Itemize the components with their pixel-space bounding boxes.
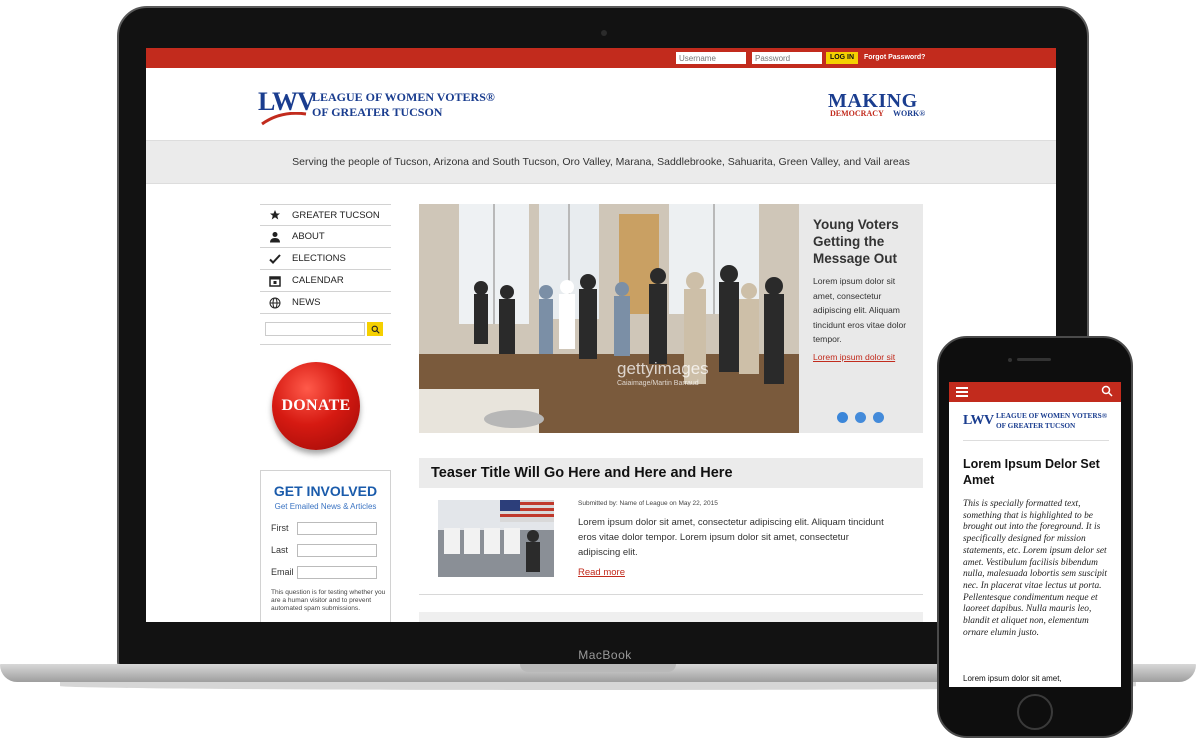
- first-name-label: First: [271, 523, 289, 533]
- sidebar-search-input[interactable]: [265, 322, 365, 336]
- star-icon: [264, 209, 286, 221]
- hamburger-menu-icon[interactable]: [956, 387, 968, 397]
- mobile-topbar: [949, 382, 1121, 402]
- teaser-body: Lorem ipsum dolor sit amet, consectetur …: [578, 517, 884, 558]
- mobile-logo-line2[interactable]: OF GREATER TUCSON: [996, 421, 1075, 430]
- nav-item-label: GREATER TUCSON: [292, 209, 380, 221]
- read-more-link[interactable]: Read more: [578, 567, 625, 578]
- phone-speaker: [1017, 358, 1051, 361]
- logo-text-line2[interactable]: OF GREATER TUCSON: [312, 105, 442, 120]
- mobile-footer-text: Lorem ipsum dolor sit amet,: [963, 674, 1062, 683]
- nav-item-news[interactable]: NEWS: [260, 292, 391, 314]
- last-name-field[interactable]: [297, 544, 377, 557]
- mobile-article-title: Lorem Ipsum Delor Set Amet: [963, 457, 1100, 487]
- tagline-text: Serving the people of Tucson, Arizona an…: [292, 156, 910, 168]
- teaser-image-art: [438, 500, 554, 577]
- teaser-meta: Submitted by: Name of League on May 22, …: [578, 500, 718, 507]
- hero-panel: Young Voters Getting the Message Out Lor…: [799, 204, 923, 433]
- phone-camera: [1008, 358, 1012, 362]
- hero-body: Lorem ipsum dolor sit amet, consectetur …: [813, 276, 907, 344]
- globe-icon: [264, 297, 286, 309]
- mdw-logo-sub-work: WORK®: [893, 109, 926, 118]
- mobile-divider: [963, 440, 1109, 441]
- nav-item-greater-tucson[interactable]: GREATER TUCSON: [260, 204, 391, 226]
- nav-item-label: ABOUT: [292, 231, 325, 242]
- phone-screen: LWV LEAGUE OF WOMEN VOTERS® OF GREATER T…: [949, 382, 1121, 687]
- hero-photo[interactable]: gettyimages Caiaimage/Martin Barraud: [419, 204, 799, 433]
- mobile-article-body: This is specially formatted text, someth…: [963, 499, 1108, 638]
- nav-item-calendar[interactable]: CALENDAR: [260, 270, 391, 292]
- hero-link[interactable]: Lorem ipsum dolor sit: [813, 352, 895, 362]
- get-involved-title: GET INVOLVED: [273, 483, 378, 499]
- nav-item-label: NEWS: [292, 297, 321, 308]
- mdw-logo-sub-democracy: DEMOCRACY: [830, 109, 884, 118]
- email-label: Email: [271, 567, 294, 577]
- sidebar-divider: [260, 344, 391, 345]
- teaser-image[interactable]: [438, 500, 554, 577]
- donate-button[interactable]: DONATE: [272, 362, 360, 450]
- get-involved-subtitle[interactable]: Get Emailed News & Articles: [261, 502, 390, 511]
- slide-dot-2[interactable]: [855, 412, 866, 423]
- nav-item-about[interactable]: ABOUT: [260, 226, 391, 248]
- sidebar-nav: GREATER TUCSON ABOUT ELECTIONS CALENDAR: [260, 204, 391, 314]
- calendar-icon: [264, 275, 286, 287]
- username-input[interactable]: [676, 52, 746, 64]
- nav-item-label: CALENDAR: [292, 275, 344, 286]
- hero-photo-art: gettyimages Caiaimage/Martin Barraud: [419, 204, 799, 433]
- mobile-logo-line1[interactable]: LEAGUE OF WOMEN VOTERS®: [996, 411, 1107, 420]
- watermark-text: gettyimages: [617, 359, 709, 378]
- device-mockup: MacBook LOG IN Forgot Password? LWV LEAG…: [0, 0, 1196, 740]
- logo-swoosh-icon: [261, 112, 307, 126]
- lwv-logo-mark[interactable]: LWV: [258, 89, 316, 115]
- donate-label: DONATE: [281, 397, 351, 414]
- email-field[interactable]: [297, 566, 377, 579]
- site-header: LWV LEAGUE OF WOMEN VOTERS® OF GREATER T…: [146, 68, 1056, 140]
- password-input[interactable]: [752, 52, 822, 64]
- search-icon: [371, 325, 380, 334]
- captcha-note: This question is for testing whether you…: [271, 589, 386, 612]
- macbook-label: MacBook: [578, 648, 632, 662]
- checkmark-icon: [264, 253, 286, 265]
- watermark-credit: Caiaimage/Martin Barraud: [617, 380, 699, 387]
- last-name-label: Last: [271, 545, 289, 555]
- tagline-bar: Serving the people of Tucson, Arizona an…: [146, 140, 1056, 184]
- phone-home-button[interactable]: [1017, 694, 1053, 730]
- login-bar: LOG IN Forgot Password?: [146, 48, 1056, 68]
- sidebar-search-button[interactable]: [367, 322, 383, 336]
- slide-dot-3[interactable]: [873, 412, 884, 423]
- slide-dot-1[interactable]: [837, 412, 848, 423]
- hero-title: Young Voters Getting the Message Out: [813, 217, 899, 266]
- login-button[interactable]: LOG IN: [826, 52, 858, 64]
- webcam: [601, 30, 607, 36]
- teaser-title[interactable]: Teaser Title Will Go Here and Here and H…: [431, 465, 733, 481]
- get-involved-panel: GET INVOLVED Get Emailed News & Articles…: [260, 470, 391, 622]
- next-teaser-header: [419, 612, 923, 622]
- mobile-lwv-logo-mark[interactable]: LWV: [963, 413, 994, 429]
- nav-item-label: ELECTIONS: [292, 253, 346, 264]
- nav-item-elections[interactable]: ELECTIONS: [260, 248, 391, 270]
- teaser-divider: [419, 594, 923, 595]
- teaser-header: Teaser Title Will Go Here and Here and H…: [419, 458, 923, 488]
- laptop-screen: LOG IN Forgot Password? LWV LEAGUE OF WO…: [146, 48, 1056, 622]
- person-icon: [264, 231, 286, 243]
- logo-text-line1[interactable]: LEAGUE OF WOMEN VOTERS®: [312, 90, 495, 105]
- laptop-notch: [520, 664, 676, 672]
- search-icon[interactable]: [1101, 385, 1113, 397]
- forgot-password-link[interactable]: Forgot Password?: [864, 54, 925, 61]
- first-name-field[interactable]: [297, 522, 377, 535]
